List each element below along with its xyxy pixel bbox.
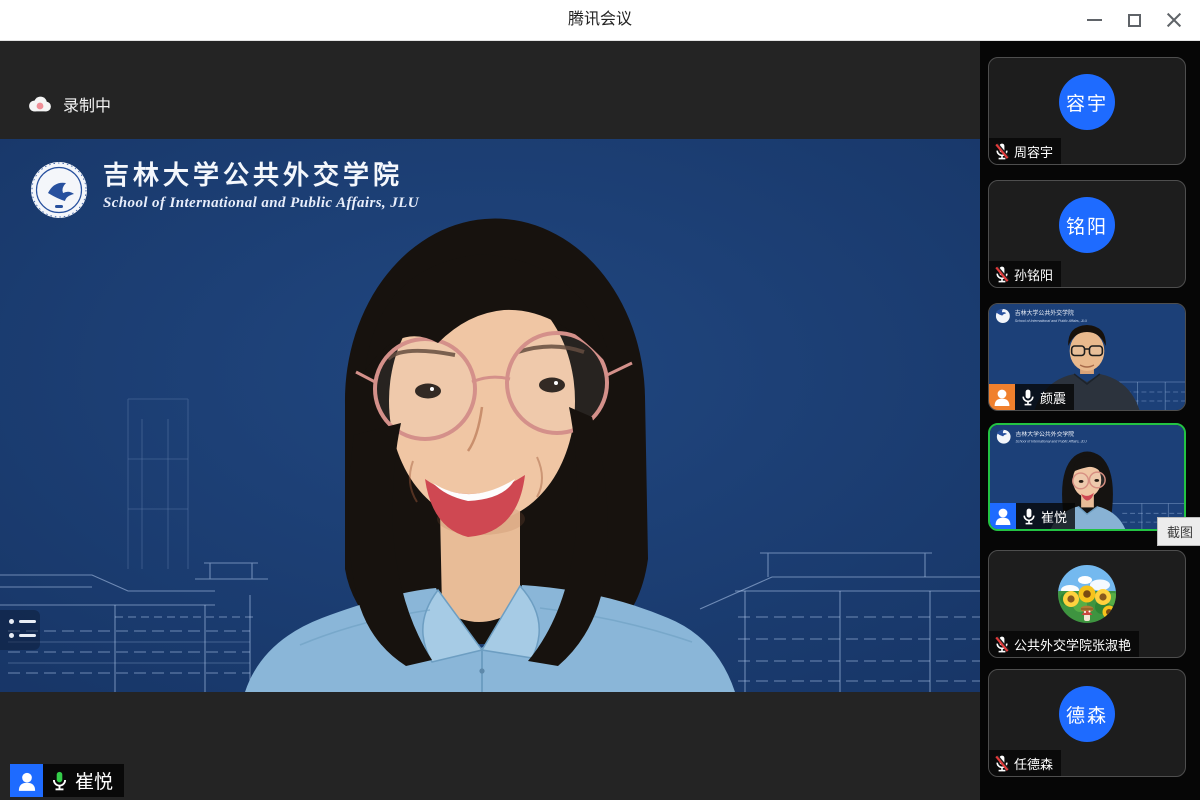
maximize-icon [1128,14,1141,27]
minimize-button[interactable] [1074,0,1114,40]
list-dot [9,619,14,624]
mini-logo-en: School of International and Public Affai… [1015,440,1087,444]
participant-tile-1[interactable]: 容宇 周容宇 [988,57,1186,165]
participant-label: 孙铭阳 [989,261,1061,287]
mic-muted-icon [993,142,1011,160]
avatar-initials: 德森 [1066,701,1108,728]
main-video-scene [0,139,980,692]
mini-logo-cn: 吉林大学公共外交学院 [1015,430,1074,438]
sunflower-avatar-image [1058,565,1116,623]
virtual-background-logo: 吉林大学公共外交学院 School of International and P… [30,161,419,219]
participant-label: 任德森 [989,750,1061,776]
logo-title-en: School of International and Public Affai… [103,195,419,212]
minimize-icon [1087,19,1102,21]
participant-label: 颜震 [989,384,1074,410]
mic-glyph [993,142,1011,160]
cloud-recording-icon [27,95,52,113]
recording-indicator: 录制中 [27,92,111,116]
mic-muted-icon [993,265,1011,283]
participant-name: 孙铭阳 [1014,265,1053,284]
participant-tile-4[interactable]: 吉林大学公共外交学院 School of International and P… [988,423,1186,531]
participant-initials-avatar: 容宇 [1059,74,1115,130]
window-titlebar: 腾讯会议 [0,0,1200,41]
participant-label: 崔悦 [990,503,1075,529]
close-button[interactable] [1154,0,1194,40]
university-seal-icon [30,161,88,219]
main-speaker-label: 崔悦 [10,764,124,797]
mic-icon [1019,388,1037,406]
main-video[interactable]: 吉林大学公共外交学院 School of International and P… [0,139,980,692]
screenshot-tooltip: 截图 [1157,517,1200,546]
participant-name: 公共外交学院张淑艳 [1014,635,1131,654]
participant-role-badge [989,384,1015,410]
window-controls [1074,0,1194,40]
mic-active-icon [49,770,70,791]
avatar-initials: 铭阳 [1066,212,1108,239]
participant-tile-3[interactable]: 吉林大学公共外交学院 School of International and P… [988,303,1186,411]
list-bar [19,634,36,637]
participant-initials-avatar: 德森 [1059,686,1115,742]
participant-name: 崔悦 [1041,507,1067,526]
avatar-initials: 容宇 [1066,89,1108,116]
mic-muted-icon [993,754,1011,772]
participant-initials-avatar: 铭阳 [1059,197,1115,253]
meeting-list-button[interactable] [0,610,40,650]
mic-glyph [993,754,1011,772]
participant-tile-5[interactable]: 公共外交学院张淑艳 [988,550,1186,658]
participant-label: 周容宇 [989,138,1061,164]
participant-name: 周容宇 [1014,142,1053,161]
close-icon [1166,12,1182,28]
maximize-button[interactable] [1114,0,1154,40]
participant-label: 公共外交学院张淑艳 [989,631,1139,657]
participant-tile-6[interactable]: 德森 任德森 [988,669,1186,777]
speaker-role-badge [10,764,43,797]
person-icon [16,770,38,792]
mic-glyph [993,265,1011,283]
main-speaker-name: 崔悦 [75,767,113,794]
participant-name: 颜震 [1040,388,1066,407]
window-title: 腾讯会议 [0,0,1200,40]
main-stage: 录制中 [0,40,980,800]
meeting-content: 录制中 [0,40,1200,800]
participants-sidebar: 容宇 周容宇铭阳 孙铭阳 吉林大学公共外交学院 School of In [980,40,1200,800]
participant-picture-avatar [1058,565,1116,623]
person-icon [992,387,1012,407]
mic-glyph [993,635,1011,653]
participant-role-badge [990,503,1016,529]
mic-glyph [1020,507,1038,525]
participant-tile-2[interactable]: 铭阳 孙铭阳 [988,180,1186,288]
mini-logo-cn: 吉林大学公共外交学院 [1015,309,1074,317]
mic-muted-icon [993,635,1011,653]
participant-name: 任德森 [1014,754,1053,773]
list-dot [9,633,14,638]
person-icon [993,506,1013,526]
mic-icon [1020,507,1038,525]
logo-title-cn: 吉林大学公共外交学院 [103,161,419,191]
recording-label: 录制中 [63,92,111,116]
list-bar [19,620,36,623]
mini-logo-en: School of International and Public Affai… [1015,319,1088,323]
mic-glyph [1019,388,1037,406]
